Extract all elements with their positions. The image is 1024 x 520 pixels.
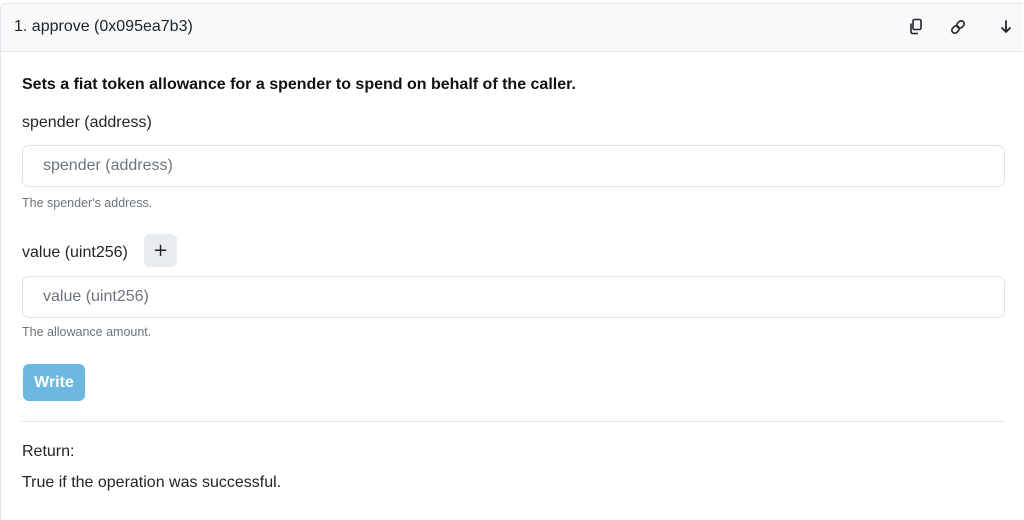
value-input[interactable]	[22, 276, 1005, 318]
spender-label: spender (address)	[22, 114, 152, 131]
copy-icon[interactable]	[908, 18, 926, 36]
link-icon[interactable]	[949, 18, 967, 36]
function-card: 1. approve (0x095ea7b3) Sets a fiat toke…	[0, 3, 1023, 520]
write-button[interactable]: Write	[23, 364, 85, 401]
spender-input[interactable]	[22, 145, 1005, 187]
function-title: 1. approve (0x095ea7b3)	[14, 18, 193, 35]
spender-help-text: The spender's address.	[22, 196, 153, 210]
value-label: value (uint256)	[22, 244, 128, 261]
arrow-down-icon[interactable]	[999, 18, 1017, 36]
function-description: Sets a fiat token allowance for a spende…	[22, 76, 576, 93]
divider	[22, 421, 1005, 422]
return-description: True if the operation was successful.	[22, 474, 282, 491]
return-label: Return:	[22, 443, 75, 460]
value-help-text: The allowance amount.	[22, 325, 152, 339]
add-value-button[interactable]: +	[144, 234, 177, 267]
card-header[interactable]: 1. approve (0x095ea7b3)	[1, 4, 1023, 52]
